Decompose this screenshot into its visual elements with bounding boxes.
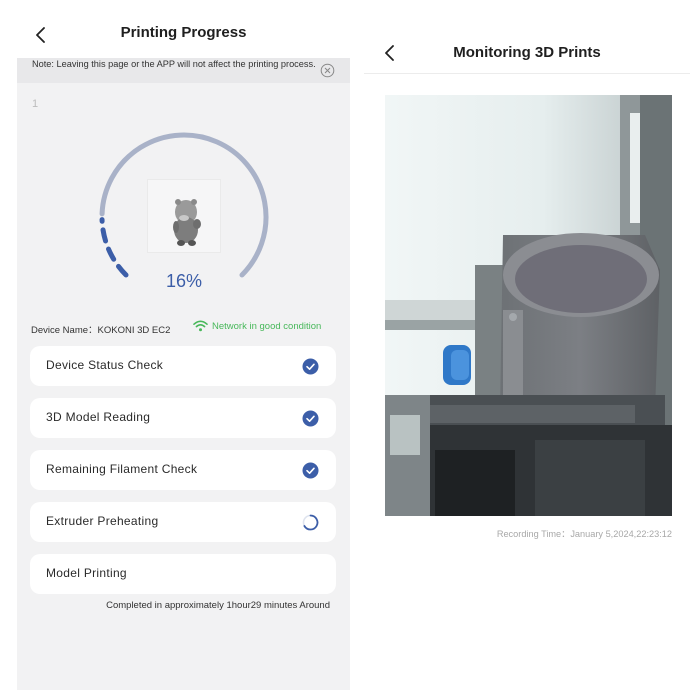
step-label: 3D Model Reading [46, 410, 151, 424]
device-name: Device Name：KOKONI 3D EC2 [31, 325, 171, 336]
step-3d-model-reading[interactable]: 3D Model Reading [30, 398, 336, 438]
page-title: Printing Progress [120, 24, 247, 41]
printer-camera-image [385, 95, 672, 516]
close-icon[interactable] [320, 63, 335, 78]
model-preview-image [173, 199, 201, 246]
loading-spinner-icon [302, 514, 319, 531]
left-header: Printing Progress [17, 0, 350, 58]
step-label: Remaining Filament Check [46, 462, 198, 476]
left-body: Note: Leaving this page or the APP will … [17, 58, 350, 690]
model-thumbnail [147, 179, 221, 253]
step-extruder-preheating[interactable]: Extruder Preheating [30, 502, 336, 542]
progress-ring-dash [100, 227, 109, 244]
step-remaining-filament-check[interactable]: Remaining Filament Check [30, 450, 336, 490]
right-header: Monitoring 3D Prints [364, 0, 690, 74]
network-status: Network in good condition [193, 320, 321, 332]
recording-time: Recording Time：January 5,2024,22:23:12 [496, 529, 672, 539]
camera-feed[interactable] [385, 95, 672, 516]
page-title: Monitoring 3D Prints [453, 44, 601, 61]
progress-percent: 16% [165, 271, 203, 291]
check-circle-icon [302, 462, 319, 479]
progress-ring-dash [116, 263, 129, 278]
item-index: 1 [32, 98, 39, 110]
completion-estimate: Completed in approximately 1hour29 minut… [106, 600, 330, 611]
progress-ring-dash [106, 246, 117, 262]
notice-text: Note: Leaving this page or the APP will … [32, 59, 316, 69]
step-label: Device Status Check [46, 358, 164, 372]
printing-progress-screen: Printing Progress Note: Leaving this pag… [17, 0, 350, 690]
check-circle-icon [302, 358, 319, 375]
step-label: Model Printing [46, 566, 127, 580]
check-circle-icon [302, 410, 319, 427]
progress-ring-fill [99, 217, 129, 278]
step-device-status-check[interactable]: Device Status Check [30, 346, 336, 386]
step-label: Extruder Preheating [46, 514, 159, 528]
notice-banner: Note: Leaving this page or the APP will … [17, 58, 350, 83]
wifi-icon [193, 320, 208, 332]
step-model-printing[interactable]: Model Printing [30, 554, 336, 594]
network-status-text: Network in good condition [212, 320, 322, 332]
